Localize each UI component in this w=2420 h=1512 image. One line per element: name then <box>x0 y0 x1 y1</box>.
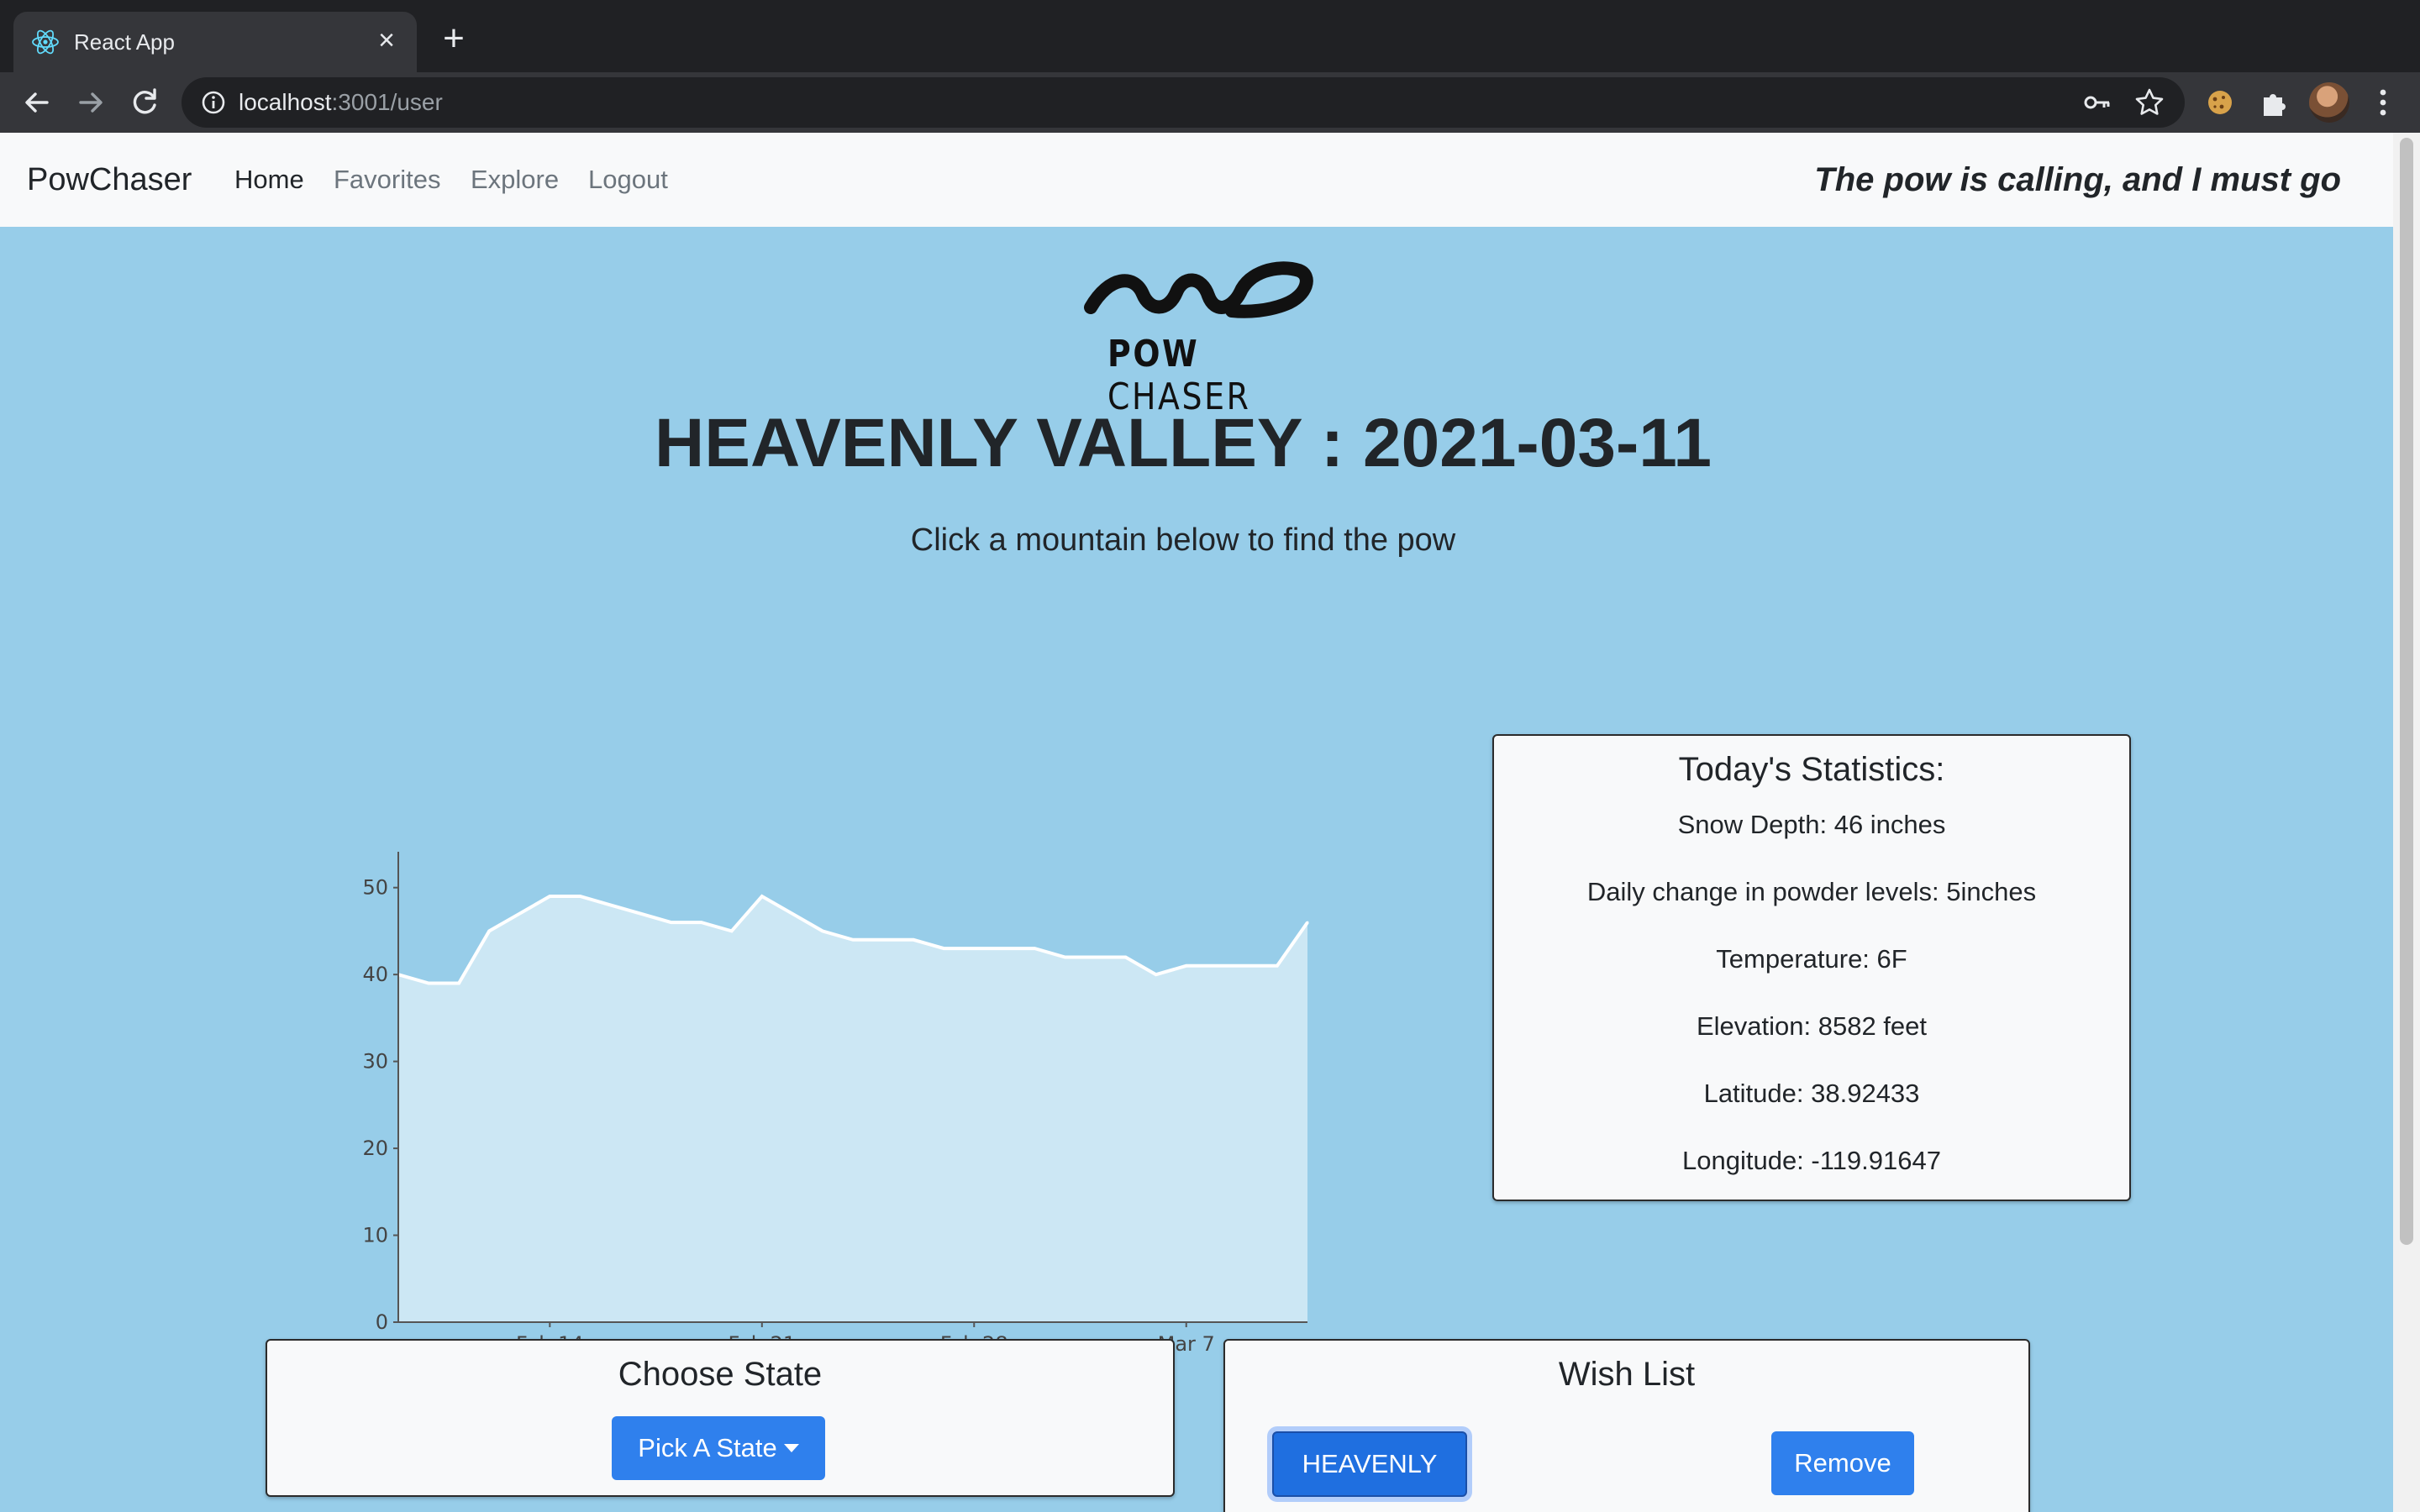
scrollbar-thumb[interactable] <box>2400 138 2413 1245</box>
remove-button[interactable]: Remove <box>1771 1431 1914 1495</box>
page-viewport: PowChaser Home Favorites Explore Logout … <box>0 133 2393 1512</box>
extensions-puzzle-icon[interactable] <box>2255 84 2292 121</box>
powchaser-logo: POW CHASER <box>1084 242 1319 418</box>
stat-daily-change: Daily change in powder levels: 5inches <box>1586 877 2037 906</box>
stats-title: Today's Statistics: <box>1678 751 1945 788</box>
key-icon[interactable] <box>2082 87 2112 118</box>
data-point <box>912 938 915 942</box>
data-point <box>1124 955 1128 958</box>
nav-link-favorites[interactable]: Favorites <box>334 133 440 227</box>
data-point <box>942 947 945 950</box>
wish-list-title: Wish List <box>1558 1356 1696 1393</box>
address-bar[interactable]: localhost:3001/user <box>182 77 2185 128</box>
logo-wave-mark <box>1084 261 1313 318</box>
data-point <box>457 982 460 984</box>
cookie-extension-icon[interactable] <box>2202 84 2238 121</box>
forward-icon[interactable] <box>71 82 111 123</box>
nav-link-logout[interactable]: Logout <box>588 133 668 227</box>
data-point <box>1155 973 1158 976</box>
data-point <box>1215 964 1218 968</box>
bookmark-star-icon[interactable] <box>2133 86 2166 119</box>
data-point <box>821 929 824 932</box>
reload-icon[interactable] <box>124 82 165 123</box>
url-text: localhost:3001/user <box>239 89 443 115</box>
stat-temperature: Temperature: 6F <box>1716 944 1907 974</box>
nav-link-home[interactable]: Home <box>234 133 304 227</box>
data-point <box>670 921 673 924</box>
page-subtitle: Click a mountain below to find the pow <box>910 522 1456 558</box>
stat-snow-depth: Snow Depth: 46 inches <box>1677 810 1946 839</box>
data-point <box>518 912 521 916</box>
data-point <box>1033 947 1036 950</box>
react-icon <box>32 29 59 55</box>
browser-tab[interactable]: React App × <box>13 12 417 72</box>
data-point <box>881 938 885 942</box>
profile-avatar[interactable] <box>2309 82 2349 123</box>
caret-down-icon <box>783 1443 799 1452</box>
browser-toolbar: localhost:3001/user <box>0 72 2420 133</box>
stat-longitude: Longitude: -119.91647 <box>1682 1146 1941 1175</box>
data-point <box>608 903 612 906</box>
page-title: HEAVENLY VALLEY : 2021-03-11 <box>655 405 1712 481</box>
y-tick-label: 40 <box>362 963 388 986</box>
snow-depth-chart: 01020304050Feb 142021Feb 21Feb 28Mar 7 <box>362 852 1309 1383</box>
data-point <box>427 982 430 984</box>
y-tick-label: 30 <box>362 1050 388 1074</box>
data-point <box>700 921 703 924</box>
data-point <box>760 895 764 898</box>
y-tick-label: 50 <box>362 876 388 900</box>
info-icon[interactable] <box>200 89 227 116</box>
navbar-slogan: The pow is calling, and I must go <box>1814 161 2341 198</box>
data-point <box>578 895 581 898</box>
data-point <box>972 947 976 950</box>
data-point <box>548 895 551 898</box>
menu-dots-icon[interactable] <box>2366 84 2400 121</box>
navbar-brand[interactable]: PowChaser <box>27 133 192 227</box>
data-point <box>487 929 491 932</box>
data-point <box>1002 947 1006 950</box>
y-tick-label: 20 <box>362 1137 388 1160</box>
choose-state-card: Choose State Pick A State <box>266 1339 1175 1497</box>
choose-state-title: Choose State <box>618 1356 823 1393</box>
new-tab-icon[interactable]: + <box>434 18 474 59</box>
tab-title: React App <box>74 29 175 55</box>
data-point <box>1276 964 1279 968</box>
stat-latitude: Latitude: 38.92433 <box>1703 1079 1920 1108</box>
site-navbar: PowChaser Home Favorites Explore Logout … <box>0 133 2393 227</box>
data-point <box>851 938 855 942</box>
data-point <box>1245 964 1249 968</box>
stat-elevation: Elevation: 8582 feet <box>1696 1011 1928 1041</box>
snow-depth-area <box>398 896 1307 1322</box>
wish-list-card: Wish List HEAVENLY VALLEY Remove <box>1223 1339 2030 1512</box>
tab-close-icon[interactable]: × <box>370 24 403 57</box>
todays-statistics-card: Today's Statistics: Snow Depth: 46 inche… <box>1492 734 2131 1201</box>
data-point <box>1094 955 1097 958</box>
data-point <box>791 912 794 916</box>
back-icon[interactable] <box>17 82 57 123</box>
data-point <box>1185 964 1188 968</box>
data-point <box>1063 955 1066 958</box>
nav-link-explore[interactable]: Explore <box>471 133 559 227</box>
y-tick-label: 10 <box>362 1224 388 1247</box>
data-point <box>730 929 734 932</box>
data-point <box>639 912 643 916</box>
y-tick-label: 0 <box>376 1310 388 1334</box>
pick-state-dropdown-button[interactable]: Pick A State <box>612 1416 825 1480</box>
wish-list-item-button[interactable]: HEAVENLY VALLEY <box>1272 1431 1467 1512</box>
browser-tab-bar: React App × + <box>0 0 2420 72</box>
data-point <box>1306 921 1309 924</box>
